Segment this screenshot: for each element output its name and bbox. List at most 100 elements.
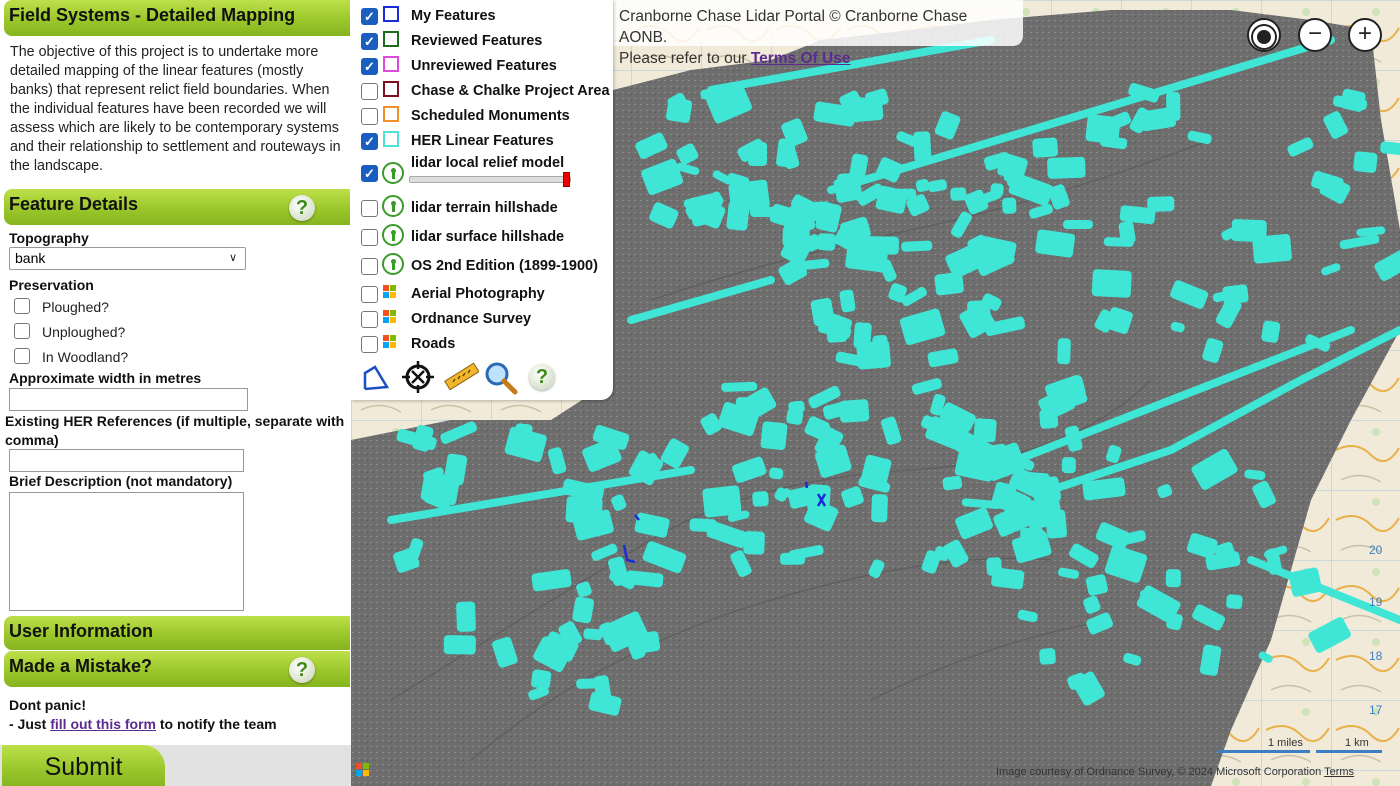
scale-miles: 1 miles — [1268, 737, 1303, 749]
width-label: Approximate width in metres — [9, 370, 202, 386]
magnifier-icon[interactable] — [483, 360, 519, 396]
opacity-slider[interactable] — [409, 172, 571, 187]
tool-row: ? — [361, 360, 601, 396]
keyhole-icon — [382, 195, 404, 217]
layer-row[interactable]: lidar surface hillshade — [361, 224, 611, 249]
layer-label: Ordnance Survey — [411, 311, 532, 327]
feature-mark — [853, 322, 872, 349]
feature-mark — [1047, 156, 1086, 179]
layer-checkbox[interactable] — [361, 286, 378, 303]
microsoft-icon — [383, 310, 398, 325]
feature-mark — [786, 408, 804, 425]
topography-value: bank — [15, 250, 46, 266]
layer-checkbox[interactable] — [361, 200, 378, 217]
layer-checkbox[interactable] — [361, 258, 378, 275]
her-input[interactable] — [9, 449, 244, 472]
scale-km: 1 km — [1345, 737, 1369, 749]
feature-mark — [990, 183, 1004, 197]
layer-swatch — [383, 106, 399, 122]
zoom-out-button[interactable]: − — [1298, 18, 1332, 52]
feature-mark — [531, 669, 552, 689]
copyright-text: Image courtesy of Ordnance Survey, © 202… — [996, 766, 1322, 778]
layer-checkbox[interactable] — [361, 336, 378, 353]
grid-label: 17 — [1369, 703, 1383, 717]
help-icon[interactable]: ? — [289, 657, 315, 683]
user-information-header[interactable]: User Information — [4, 616, 350, 650]
layer-row[interactable]: ✓ HER Linear Features — [361, 131, 611, 153]
unploughed-checkbox[interactable] — [14, 323, 30, 339]
microsoft-icon — [383, 335, 398, 350]
layer-checkbox[interactable]: ✓ — [361, 8, 378, 25]
layer-row[interactable]: ✓ lidar local relief model — [361, 155, 611, 184]
locate-crosshair-icon[interactable] — [401, 360, 435, 394]
feature-mark — [780, 552, 806, 565]
feature-mark — [901, 240, 933, 252]
submit-button[interactable]: Submit — [2, 745, 165, 786]
woodland-checkbox[interactable] — [14, 348, 30, 364]
feature-mark — [1063, 220, 1093, 229]
layer-checkbox[interactable]: ✓ — [361, 58, 378, 75]
layer-row[interactable]: Roads — [361, 334, 611, 356]
layer-row[interactable]: Chase & Chalke Project Area — [361, 81, 611, 103]
description-textarea[interactable] — [9, 492, 244, 611]
terms-link[interactable]: Terms — [1324, 766, 1354, 778]
terms-of-use-link[interactable]: Terms Of Use — [751, 50, 851, 67]
layer-checkbox[interactable] — [361, 229, 378, 246]
keyhole-icon — [382, 224, 404, 246]
layer-checkbox[interactable]: ✓ — [361, 33, 378, 50]
measure-ruler-icon[interactable] — [443, 360, 479, 394]
layer-panel: ✓ My Features ✓ Reviewed Features ✓ Unreviewe… — [351, 0, 613, 400]
layer-checkbox[interactable] — [361, 108, 378, 125]
feature-mark — [721, 381, 758, 392]
feature-mark — [942, 475, 963, 491]
layer-row[interactable]: Scheduled Monuments — [361, 106, 611, 128]
her-label: Existing HER References (if multiple, se… — [5, 413, 345, 448]
dont-panic-text: Dont panic! — [9, 697, 86, 713]
layer-row[interactable]: Aerial Photography — [361, 284, 611, 306]
slider-thumb[interactable] — [563, 172, 570, 187]
help-icon[interactable]: ? — [289, 195, 315, 221]
keyhole-icon — [382, 162, 404, 184]
layer-checkbox[interactable]: ✓ — [361, 133, 378, 150]
feature-mark — [1002, 197, 1017, 214]
help-icon[interactable]: ? — [529, 364, 555, 390]
width-input[interactable] — [9, 388, 248, 411]
feature-mark — [689, 518, 717, 533]
microsoft-logo — [356, 763, 370, 777]
feature-mark — [1045, 509, 1068, 539]
keyhole-icon — [382, 253, 404, 275]
feature-mark — [634, 631, 661, 654]
layer-checkbox[interactable]: ✓ — [361, 165, 378, 182]
sidebar: Field Systems - Detailed Mapping The obj… — [0, 0, 351, 786]
locate-me-button[interactable] — [1247, 18, 1281, 52]
layer-label: HER Linear Features — [411, 133, 554, 149]
feature-mark — [810, 297, 835, 326]
draw-line-icon[interactable] — [361, 363, 391, 393]
layer-checkbox[interactable] — [361, 311, 378, 328]
instruction-suffix: to notify the team — [156, 716, 277, 732]
layer-row[interactable]: ✓ Unreviewed Features — [361, 56, 611, 78]
project-intro: The objective of this project is to unde… — [10, 44, 341, 174]
layer-row[interactable]: Ordnance Survey — [361, 309, 611, 331]
grid-label: 19 — [1369, 595, 1383, 609]
mistake-instructions: - Just fill out this form to notify the … — [9, 716, 277, 732]
layer-row[interactable]: OS 2nd Edition (1899-1900) — [361, 253, 611, 278]
feature-mark — [871, 494, 888, 523]
feature-mark — [1007, 174, 1023, 187]
ploughed-checkbox[interactable] — [14, 298, 30, 314]
layer-checkbox[interactable] — [361, 83, 378, 100]
description-label: Brief Description (not mandatory) — [9, 473, 233, 489]
map-copyright: Image courtesy of Ordnance Survey, © 202… — [996, 766, 1354, 778]
zoom-in-button[interactable]: + — [1348, 18, 1382, 52]
instruction-prefix: - Just — [9, 716, 51, 732]
feature-mark — [776, 138, 796, 168]
preservation-label: Preservation — [9, 277, 94, 293]
layer-label: Roads — [411, 336, 456, 352]
layer-row[interactable]: lidar terrain hillshade — [361, 195, 611, 220]
layer-row[interactable]: ✓ My Features — [361, 6, 611, 28]
unploughed-label: Unploughed? — [42, 324, 126, 340]
feature-mark — [1103, 237, 1134, 247]
layer-row[interactable]: ✓ Reviewed Features — [361, 31, 611, 53]
fill-out-form-link[interactable]: fill out this form — [50, 716, 156, 732]
topography-select[interactable]: bank ∨ — [9, 247, 246, 270]
